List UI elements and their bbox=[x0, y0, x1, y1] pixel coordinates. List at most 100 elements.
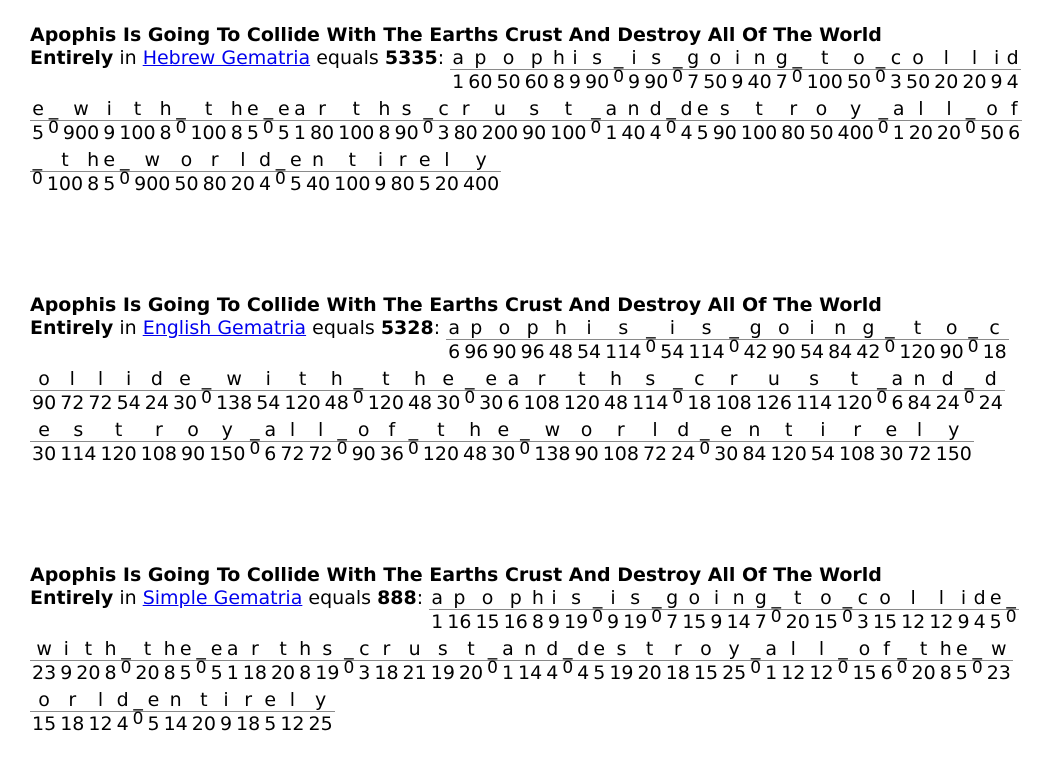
cipher-link[interactable]: English Gematria bbox=[143, 317, 306, 340]
letter-value: 0 bbox=[699, 439, 711, 459]
letter-value: 0 bbox=[875, 67, 886, 87]
letter-value: 114 bbox=[632, 392, 669, 414]
letter: f bbox=[878, 638, 895, 661]
space-cell: _ 0 bbox=[873, 47, 888, 94]
letter-value: 30 bbox=[32, 443, 57, 465]
letter-cell: o 15 bbox=[30, 689, 59, 736]
letter-value: 15 bbox=[693, 662, 719, 684]
letter-cell: s 90 bbox=[392, 98, 421, 145]
letter-value: 40 bbox=[621, 122, 646, 144]
letter: d bbox=[256, 149, 274, 172]
letter-cell: t 120 bbox=[282, 368, 323, 415]
letter-cell: t 20 bbox=[189, 689, 218, 736]
letter-cell: s 114 bbox=[58, 419, 99, 466]
space-cell: _ 0 bbox=[350, 368, 366, 415]
space-cell: _ 0 bbox=[789, 47, 805, 94]
letter-value: 20 bbox=[962, 71, 987, 93]
letter: i bbox=[626, 47, 643, 70]
letter-cell: c3 bbox=[356, 638, 373, 685]
letter-cell: p 60 bbox=[466, 47, 495, 94]
letter: h bbox=[228, 98, 245, 121]
letter-value: 14 bbox=[163, 713, 188, 735]
space-cell: _ 0 bbox=[874, 368, 890, 415]
letter-cell: n 14 bbox=[161, 689, 190, 736]
letter-cell: t 20 bbox=[268, 638, 298, 685]
space-cell: _ 0 bbox=[517, 419, 533, 466]
space-cell: _ 0 bbox=[697, 419, 713, 466]
letter-value: 15 bbox=[682, 611, 707, 633]
letter-value: 1 bbox=[765, 662, 778, 684]
space-cell: _ 0 bbox=[588, 98, 604, 145]
space-cell: _ 0 bbox=[748, 638, 764, 685]
letter: o bbox=[844, 47, 874, 70]
letter-cell: c 18 bbox=[685, 368, 714, 415]
letter-cell: i9 bbox=[605, 587, 622, 634]
letter: y bbox=[460, 149, 502, 172]
letter: o bbox=[811, 587, 840, 610]
letter: s bbox=[562, 587, 591, 610]
letter-value: 0 bbox=[120, 658, 132, 678]
letter-cell: l 72 bbox=[278, 419, 307, 466]
letter: e bbox=[416, 149, 433, 172]
letter-value: 12 bbox=[781, 662, 806, 684]
letter: n bbox=[724, 587, 753, 610]
letter: u bbox=[400, 638, 429, 661]
letter-cell: e 30 bbox=[489, 419, 518, 466]
cipher-link[interactable]: Simple Gematria bbox=[143, 587, 303, 610]
letter-value: 9 bbox=[219, 713, 233, 735]
letter-cell: h 48 bbox=[405, 368, 435, 415]
letter-cell: t 120 bbox=[897, 317, 938, 364]
letter-value: 0 bbox=[672, 67, 684, 87]
letter-value: 8 bbox=[552, 71, 565, 93]
equals-text: equals bbox=[312, 317, 375, 339]
letter-cell: s 114 bbox=[630, 368, 671, 415]
letter: l bbox=[278, 689, 307, 712]
letter-value: 54 bbox=[576, 341, 602, 363]
letter-value: 42 bbox=[856, 341, 881, 363]
letter-cell: e5 bbox=[591, 638, 608, 685]
letter-value: 9 bbox=[547, 611, 560, 633]
letter: o bbox=[807, 98, 836, 121]
letter-value: 0 bbox=[336, 439, 348, 459]
letter-cell: y 150 bbox=[933, 419, 974, 466]
letter: s bbox=[583, 47, 612, 70]
letter-cell: i9 bbox=[217, 689, 235, 736]
letter-cell: e5 bbox=[177, 638, 194, 685]
letter-cell: f6 bbox=[878, 638, 895, 685]
letter-value: 100 bbox=[119, 122, 156, 144]
letter: r bbox=[200, 149, 229, 172]
letter-cell: l 20 bbox=[960, 47, 989, 94]
letter-value: 0 bbox=[132, 709, 144, 729]
cipher-link[interactable]: Hebrew Gematria bbox=[143, 47, 310, 70]
letter-value: 14 bbox=[726, 611, 751, 633]
letter-cell: d 24 bbox=[976, 368, 1005, 415]
letter-value: 0 bbox=[464, 388, 476, 408]
letter: p bbox=[466, 47, 495, 70]
letter-value: 20 bbox=[458, 662, 484, 684]
letter-value: 0 bbox=[613, 67, 625, 87]
letter: g bbox=[741, 317, 770, 340]
letter: r bbox=[240, 638, 269, 661]
letter: n bbox=[303, 149, 333, 172]
letter-cell: f 36 bbox=[377, 419, 406, 466]
letter-value: 23 bbox=[986, 662, 1011, 684]
letter-value: 96 bbox=[464, 341, 489, 363]
letter-cell: n 14 bbox=[724, 587, 753, 634]
letter-cell: p 60 bbox=[522, 47, 551, 94]
letter: c bbox=[435, 98, 452, 121]
letter-value: 5 bbox=[277, 122, 290, 144]
letter-value: 5 bbox=[32, 122, 45, 144]
letter-value: 18 bbox=[982, 341, 1007, 363]
letter-value: 6 bbox=[1008, 122, 1021, 144]
letter-value: 900 bbox=[134, 173, 171, 195]
letter: o bbox=[701, 47, 730, 70]
letter-value: 900 bbox=[62, 122, 100, 144]
letter: t bbox=[74, 638, 103, 661]
letter: h bbox=[85, 149, 102, 172]
letter: t bbox=[834, 368, 875, 391]
letter-value: 108 bbox=[715, 392, 752, 414]
letter: i bbox=[988, 47, 1005, 70]
letter-value: 8 bbox=[531, 611, 544, 633]
space-cell: _ 0 bbox=[768, 587, 784, 634]
letter-cell: l 20 bbox=[906, 98, 935, 145]
